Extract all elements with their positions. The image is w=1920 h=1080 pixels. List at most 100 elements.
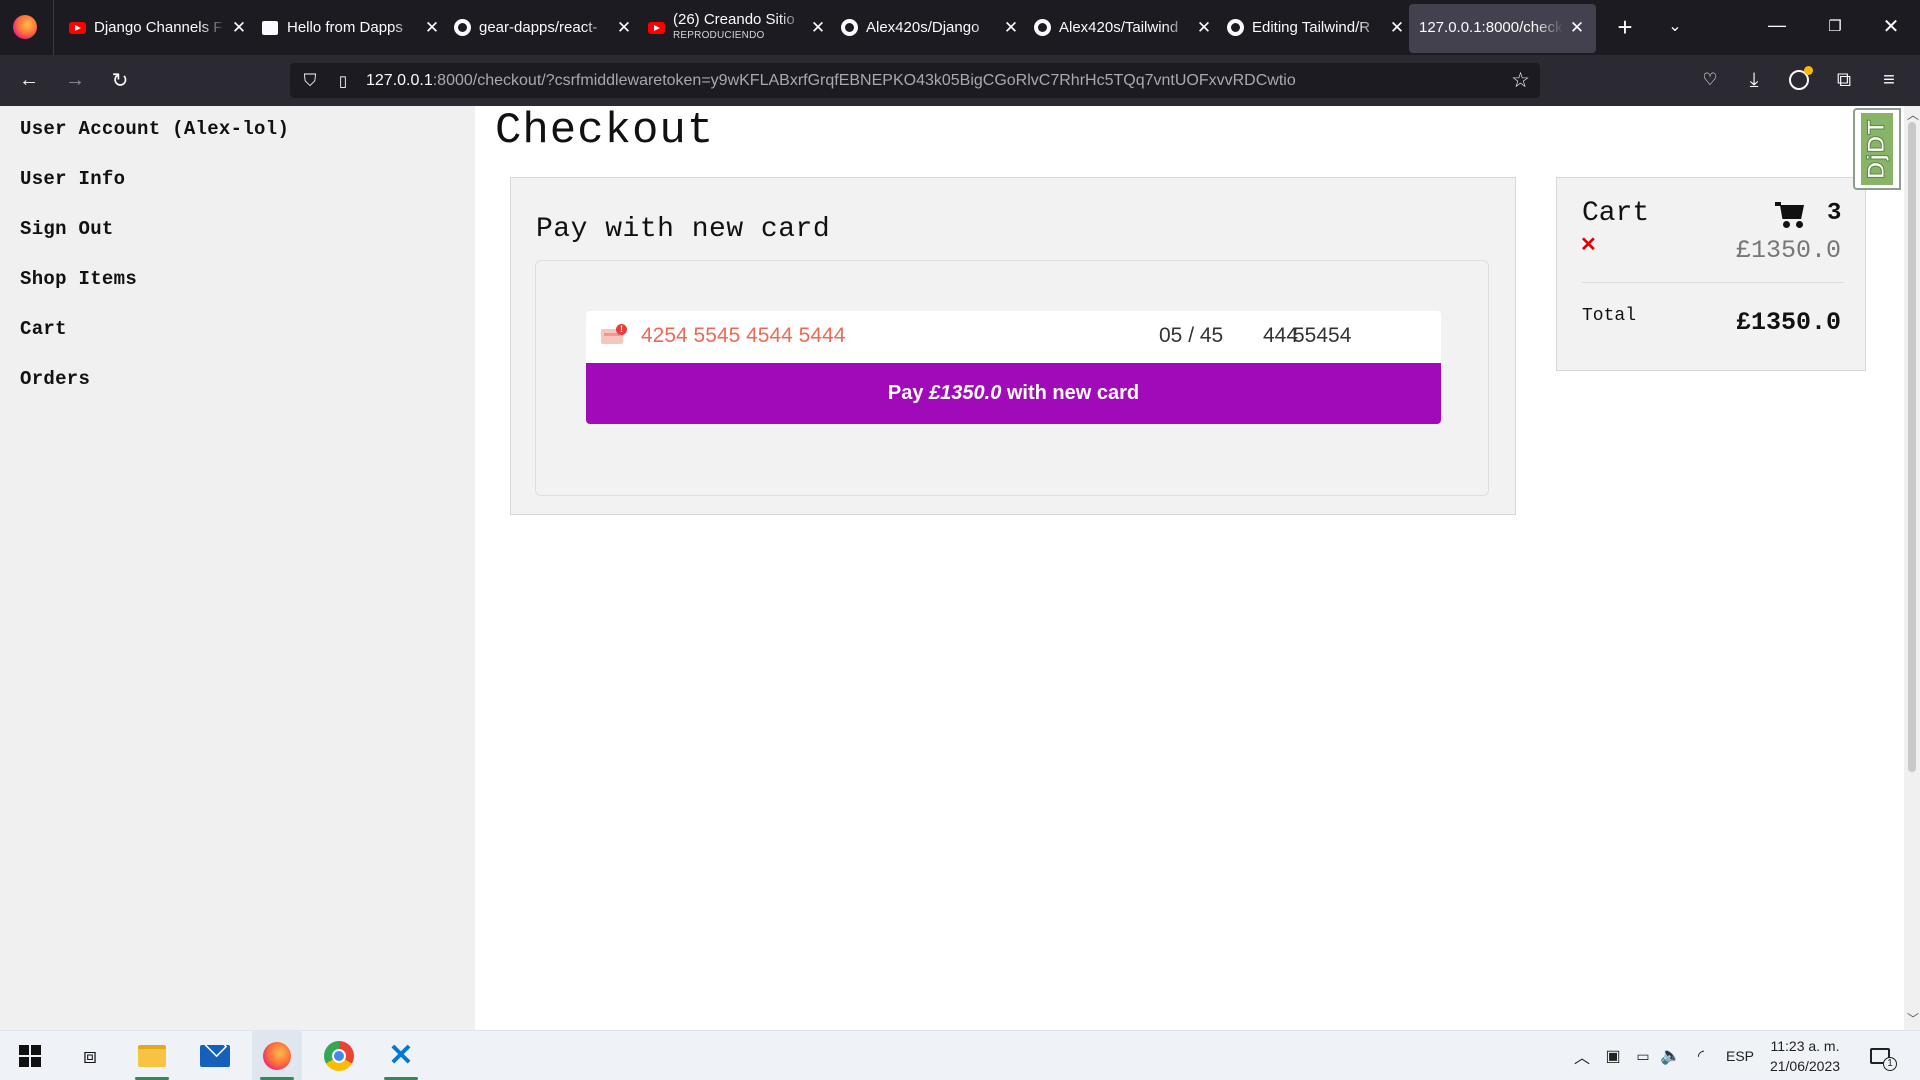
card-element-input[interactable]: ! 4254 5545 4544 5444 05 / 45 444 55454 [586,311,1441,363]
sidebar-item-cart[interactable]: Cart [20,318,67,340]
tab-gear-dapps[interactable]: gear-dapps/react- ✕ [453,0,633,55]
page-info-icon[interactable]: ▯ [330,72,356,90]
pay-button-suffix: with new card [1001,382,1140,404]
pocket-icon[interactable]: ♡ [1694,64,1726,96]
shopping-cart-icon[interactable] [1775,200,1807,228]
sidebar-item-user-info[interactable]: User Info [20,168,125,190]
cart-divider [1582,282,1844,283]
tab-django-channels[interactable]: Django Channels F ✕ [68,0,248,55]
windows-start-icon[interactable] [5,1031,55,1080]
scroll-up-arrow-icon[interactable]: ︿ [1907,106,1919,123]
pay-button-prefix: Pay [887,382,930,404]
cart-item-price: £1350.0 [1735,236,1841,265]
clock[interactable]: 11:23 a. m. 21/06/2023 [1765,1031,1845,1080]
close-tab-icon[interactable]: ✕ [1002,18,1020,38]
chrome-icon[interactable] [314,1031,364,1080]
sidebar-item-shop-items[interactable]: Shop Items [20,268,137,290]
scrollbar-thumb[interactable] [1908,122,1916,772]
tab-creando-sitio[interactable]: (26) Creando Sitio REPRODUCIENDO ✕ [647,0,827,55]
wifi-icon[interactable]: ◜ [1688,1031,1714,1080]
cart-total-label: Total [1582,306,1637,326]
restore-window-icon[interactable]: ❐ [1820,13,1850,41]
tab-alex420s-django[interactable]: Alex420s/Django ✕ [840,0,1020,55]
volume-icon[interactable]: 🔈 [1658,1031,1684,1080]
new-tab-plus-icon[interactable]: + [1611,13,1639,41]
djdt-label: DjDT [1861,113,1893,185]
back-arrow-icon[interactable]: ← [13,64,45,96]
close-tab-icon[interactable]: ✕ [1195,18,1213,38]
task-view-icon[interactable]: ⧈ [65,1031,115,1080]
file-explorer-icon[interactable] [127,1031,177,1080]
remove-item-close-icon[interactable]: ✕ [1580,232,1597,257]
dapps-icon [261,19,279,37]
forward-arrow-icon[interactable]: → [59,64,91,96]
tab-title: Alex420s/Django [866,19,980,36]
tab-title: 127.0.0.1:8000/checko [1419,19,1564,36]
pay-with-new-card-button[interactable]: Pay £1350.0 with new card [586,363,1441,424]
account-icon[interactable] [1783,64,1815,96]
url-text[interactable]: 127.0.0.1:8000/checkout/?csrfmiddlewaret… [366,72,1296,90]
sidebar-item-sign-out[interactable]: Sign Out [20,218,114,240]
tab-alex420s-tailwind[interactable]: Alex420s/Tailwind ✕ [1033,0,1213,55]
cart-summary-panel: Cart 3 ✕ £1350.0 Total £1350.0 [1556,177,1866,371]
close-window-icon[interactable]: ✕ [1876,13,1906,41]
tab-title: (26) Creando Sitio [673,12,795,28]
close-tab-icon[interactable]: ✕ [1388,18,1406,38]
github-icon [840,19,858,37]
address-bar[interactable]: ⛉ ▯ 127.0.0.1:8000/checkout/?csrfmiddlew… [290,63,1540,98]
tab-hello-dapps[interactable]: Hello from Dapps ✕ [261,0,441,55]
tracking-protection-shield-icon[interactable]: ⛉ [290,71,330,91]
cart-item-count: 3 [1827,200,1842,227]
close-tab-icon[interactable]: ✕ [230,18,248,38]
show-hidden-icons-chevron-up-icon[interactable]: ︿ [1570,1031,1594,1080]
tab-checkout-active[interactable]: 127.0.0.1:8000/checko ✕ [1409,0,1596,55]
notification-count-badge: 1 [1883,1057,1897,1071]
mail-icon[interactable] [190,1031,240,1080]
checkout-panel: Pay with new card ! 4254 5545 4544 5444 … [510,177,1516,515]
django-debug-toolbar-handle[interactable]: DjDT [1853,108,1901,190]
tab-title: Editing Tailwind/R [1252,19,1371,36]
input-language-indicator[interactable]: ESP [1720,1031,1760,1080]
firefox-taskbar-icon[interactable] [252,1031,302,1080]
url-host: 127.0.0.1 [366,71,433,89]
page-scrollbar[interactable]: ︿ ﹀ [1904,106,1920,1030]
clock-date: 21/06/2023 [1769,1058,1841,1074]
tab-editing-tailwind[interactable]: Editing Tailwind/R ✕ [1226,0,1406,55]
card-number-field[interactable]: 4254 5545 4544 5444 [641,324,845,348]
close-tab-icon[interactable]: ✕ [423,18,441,38]
browser-tab-strip: Django Channels F ✕ Hello from Dapps ✕ g… [0,0,1920,55]
cart-title: Cart [1582,198,1650,229]
minimize-window-icon[interactable]: — [1762,13,1792,41]
page-title: Checkout [495,106,715,156]
tab-title: Hello from Dapps [287,19,403,36]
tab-title: Alex420s/Tailwind [1059,19,1179,36]
vscode-icon[interactable]: ✕ [376,1031,426,1080]
tab-separator [53,0,54,55]
windows-taskbar: ⧈ ✕ ︿ ▣ ▭ 🔈 ◜ ESP 11:23 a. m. 21/06/2023… [0,1030,1920,1080]
clock-time: 11:23 a. m. [1770,1038,1840,1054]
notifications-icon[interactable]: 1 [1860,1031,1900,1080]
close-tab-icon[interactable]: ✕ [809,18,827,38]
reload-icon[interactable]: ↻ [104,64,136,96]
tab-title-block: (26) Creando Sitio REPRODUCIENDO [673,12,805,43]
pay-with-new-card-heading: Pay with new card [536,214,831,245]
network-display-icon[interactable]: ▣ [1600,1031,1626,1080]
extensions-puzzle-icon[interactable]: ⧉ [1828,64,1860,96]
close-tab-icon[interactable]: ✕ [615,18,633,38]
hamburger-menu-icon[interactable]: ≡ [1873,64,1905,96]
battery-icon[interactable]: ▭ [1630,1031,1656,1080]
card-zip-field[interactable]: 55454 [1293,324,1351,348]
downloads-icon[interactable]: ⤓ [1738,64,1770,96]
card-form: ! 4254 5545 4544 5444 05 / 45 444 55454 … [535,260,1489,496]
list-all-tabs-chevron-down-icon[interactable]: ⌄ [1661,13,1689,41]
sidebar-item-orders[interactable]: Orders [20,368,90,390]
bookmark-star-icon[interactable]: ☆ [1511,68,1530,93]
github-icon [1226,19,1244,37]
firefox-menu-icon[interactable] [13,15,37,39]
sidebar-item-user-account[interactable]: User Account (Alex-lol) [20,118,289,140]
card-expiry-field[interactable]: 05 / 45 [1159,324,1223,348]
close-tab-icon[interactable]: ✕ [1568,18,1586,38]
tab-playing-label: REPRODUCIENDO [673,30,765,41]
scroll-down-arrow-icon[interactable]: ﹀ [1907,1010,1919,1027]
tab-title: gear-dapps/react- [479,19,598,36]
